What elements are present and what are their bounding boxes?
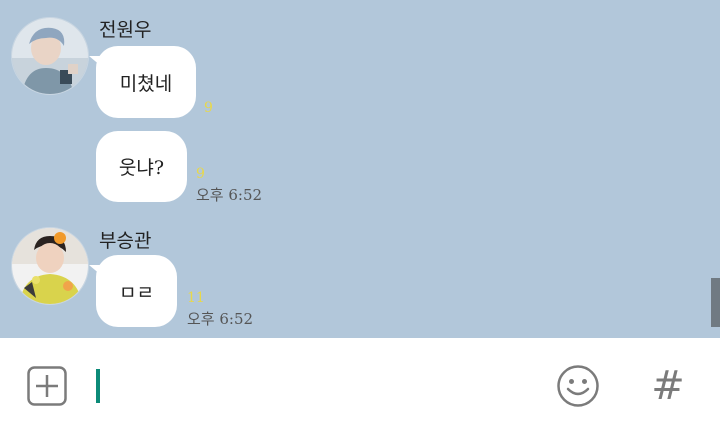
hash-icon[interactable]: # xyxy=(646,362,690,410)
avatar-booseungkwan[interactable] xyxy=(11,227,89,305)
message-bubble[interactable]: 웃냐? xyxy=(96,131,187,202)
unread-count: 11 xyxy=(187,290,205,306)
plus-square-icon[interactable] xyxy=(27,366,67,406)
message-time: 오후 6:52 xyxy=(196,186,263,204)
message-bubble[interactable]: ㅁㄹ xyxy=(96,255,177,327)
text-cursor xyxy=(96,369,100,403)
sender-name: 부승관 xyxy=(99,230,152,252)
message-text: 미쳤네 xyxy=(119,72,173,95)
scrollbar[interactable] xyxy=(711,278,720,327)
message-input[interactable] xyxy=(90,364,534,410)
sender-name: 전원우 xyxy=(99,19,152,41)
unread-count: 9 xyxy=(204,100,213,116)
message-time: 오후 6:52 xyxy=(187,310,254,328)
message-input-bar xyxy=(0,338,720,434)
unread-count: 9 xyxy=(196,166,205,182)
avatar-jeonwonwoo[interactable] xyxy=(11,17,89,95)
message-bubble[interactable]: 미쳤네 xyxy=(96,46,196,118)
smiley-icon[interactable] xyxy=(556,364,600,408)
chat-area: 전원우 미쳤네 9 웃냐? 9 오후 6:52 부승관 ㅁㄹ 11 오후 6:5… xyxy=(0,0,720,338)
message-text: 웃냐? xyxy=(118,157,165,179)
message-text: ㅁㄹ xyxy=(119,281,154,304)
